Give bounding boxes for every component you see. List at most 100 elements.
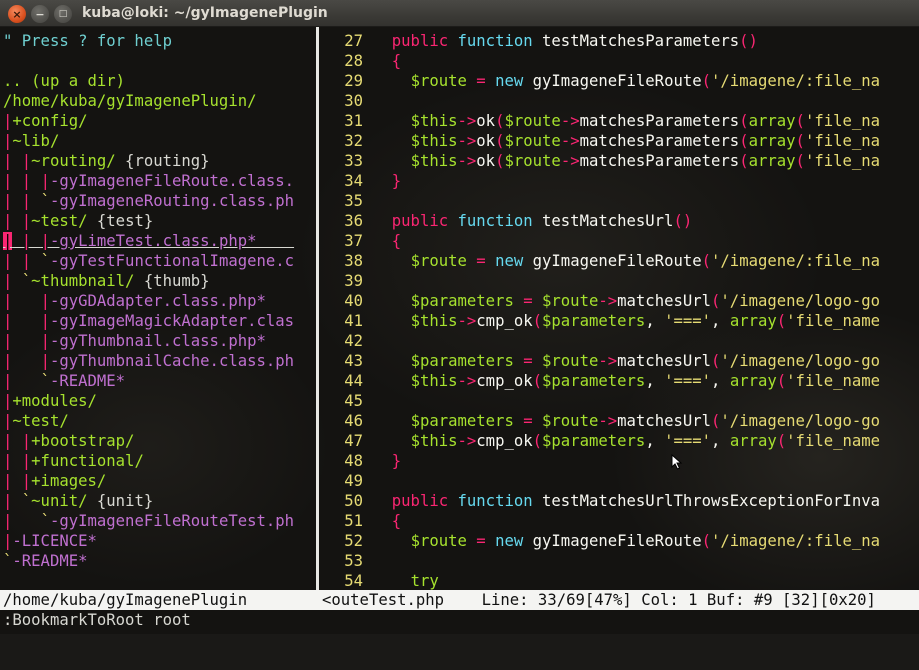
code-token: matchesParameters (579, 132, 740, 150)
code-line[interactable]: 29 $route = new gyImageneFileRoute('/ima… (321, 71, 919, 91)
code-token: , (711, 432, 730, 450)
code-token: ( (711, 412, 721, 430)
code-line[interactable]: 33 $this->ok($route->matchesParameters(a… (321, 151, 919, 171)
tree-line[interactable]: .. (up a dir) (0, 71, 313, 91)
tree-line[interactable]: | `-README* (0, 371, 313, 391)
tree-segment: ` (40, 252, 50, 270)
nerdtree-pane[interactable]: " Press ? for help .. (up a dir) /home/kub… (0, 27, 313, 590)
tree-line[interactable]: | |+images/ (0, 471, 313, 491)
code-token: () (739, 32, 758, 50)
tree-segment: ` (21, 492, 32, 510)
tree-line[interactable]: | | |-gyImageneFileRoute.class. (0, 171, 313, 191)
tree-line[interactable] (0, 571, 313, 590)
code-line[interactable]: 43 $parameters = $route->matchesUrl('/im… (321, 351, 919, 371)
code-line[interactable]: 45 (321, 391, 919, 411)
line-number: 31 (344, 112, 363, 130)
tree-segment: | (40, 332, 50, 350)
vertical-split-divider[interactable] (314, 27, 321, 590)
tree-line[interactable]: |+config/ (0, 111, 313, 131)
tree-segment: ~test/ (31, 212, 88, 230)
tree-line[interactable]: | |+bootstrap/ (0, 431, 313, 451)
code-token: $this (410, 432, 458, 450)
tree-line[interactable]: | |-gyImageMagickAdapter.clas (0, 311, 313, 331)
tree-line[interactable]: | |~routing/ {routing} (0, 151, 313, 171)
tree-line[interactable]: | `-gyImageneFileRouteTest.ph (0, 511, 313, 531)
code-line[interactable]: 44 $this->cmp_ok($parameters, '===', arr… (321, 371, 919, 391)
tree-segment: ` (40, 372, 50, 390)
code-line[interactable]: 52 $route = new gyImageneFileRoute('/ima… (321, 531, 919, 551)
code-token: ( (532, 432, 543, 450)
code-token: new (495, 532, 524, 550)
tree-line[interactable]: | `~unit/ {unit} (0, 491, 313, 511)
tree-line[interactable]: " Press ? for help (0, 31, 313, 51)
code-token: -> (560, 152, 580, 170)
code-line[interactable]: 35 (321, 191, 919, 211)
code-line[interactable]: 36 public function testMatchesUrl() (321, 211, 919, 231)
code-line[interactable]: 54 try (321, 571, 919, 590)
code-line[interactable]: 48 } (321, 451, 919, 471)
tree-segment: | | (3, 172, 41, 190)
code-line[interactable]: 49 (321, 471, 919, 491)
code-line[interactable]: 42 (321, 331, 919, 351)
tree-line[interactable]: | | `-gyTestFunctionalImagene.c (0, 251, 313, 271)
tree-line[interactable]: | | `-gyImageneRouting.class.ph (0, 191, 313, 211)
tree-segment: | (12, 232, 41, 250)
line-number: 44 (344, 372, 363, 390)
tree-line[interactable]: | `~thumbnail/ {thumb} (0, 271, 313, 291)
code-token: = (466, 532, 496, 550)
tree-segment: ~test/ (12, 412, 69, 430)
tree-segment: ~unit/ (31, 492, 88, 510)
tree-line[interactable]: `-README* (0, 551, 313, 571)
code-line[interactable]: 28 { (321, 51, 919, 71)
mouse-pointer-icon (671, 454, 683, 470)
code-token: '===' (664, 312, 712, 330)
tree-line[interactable]: | |-gyThumbnailCache.class.ph (0, 351, 313, 371)
tree-line[interactable]: |~lib/ (0, 131, 313, 151)
close-button[interactable]: × (8, 5, 26, 23)
code-token: '===' (664, 372, 712, 390)
code-line[interactable]: 51 { (321, 511, 919, 531)
code-line[interactable]: 31 $this->ok($route->matchesParameters(a… (321, 111, 919, 131)
tree-line[interactable]: |-LICENCE* (0, 531, 313, 551)
code-token: gyImageneFileRoute (523, 72, 702, 90)
code-token: , (711, 312, 730, 330)
code-line[interactable]: 40 $parameters = $route->matchesUrl('/im… (321, 291, 919, 311)
command-line[interactable]: :BookmarkToRoot root (0, 610, 919, 630)
code-token: = (466, 72, 496, 90)
title-bar[interactable]: × − □ kuba@loki: ~/gyImagenePlugin (0, 0, 919, 27)
code-line[interactable]: 37 { (321, 231, 919, 251)
code-line[interactable]: 46 $parameters = $route->matchesUrl('/im… (321, 411, 919, 431)
tree-line[interactable]: | |-gyGDAdapter.class.php* (0, 291, 313, 311)
tree-line[interactable]: | |-gyThumbnail.class.php* (0, 331, 313, 351)
editor-pane[interactable]: 27 public function testMatchesParameters… (321, 27, 919, 590)
code-line[interactable]: 47 $this->cmp_ok($parameters, '===', arr… (321, 431, 919, 451)
code-line[interactable]: 30 (321, 91, 919, 111)
code-line[interactable]: 39 (321, 271, 919, 291)
tree-line[interactable]: | |~test/ {test} (0, 211, 313, 231)
code-line[interactable]: 27 public function testMatchesParameters… (321, 31, 919, 51)
code-line[interactable]: 32 $this->ok($route->matchesParameters(a… (321, 131, 919, 151)
tree-line[interactable]: | |+functional/ (0, 451, 313, 471)
tree-line[interactable]: /home/kuba/gyImagenePlugin/ (0, 91, 313, 111)
maximize-button[interactable]: □ (54, 5, 72, 23)
code-line[interactable]: 53 (321, 551, 919, 571)
tree-segment: +modules/ (12, 392, 97, 410)
code-line[interactable]: 50 public function testMatchesUrlThrowsE… (321, 491, 919, 511)
tree-line[interactable]: | | |-gyLimeTest.class.php* (0, 231, 313, 251)
code-line[interactable]: 38 $route = new gyImageneFileRoute('/ima… (321, 251, 919, 271)
tree-segment: ` (40, 512, 50, 530)
tree-segment: | (40, 172, 50, 190)
tree-line[interactable]: |~test/ (0, 411, 313, 431)
minimize-button[interactable]: − (31, 5, 49, 23)
terminal-area[interactable]: " Press ? for help .. (up a dir) /home/kub… (0, 27, 919, 634)
code-line[interactable]: 41 $this->cmp_ok($parameters, '===', arr… (321, 311, 919, 331)
line-number: 30 (344, 92, 363, 110)
code-line[interactable]: 34 } (321, 171, 919, 191)
tree-line[interactable] (0, 51, 313, 71)
line-number: 28 (344, 52, 363, 70)
tree-line[interactable]: |+modules/ (0, 391, 313, 411)
code-token: array (729, 312, 777, 330)
